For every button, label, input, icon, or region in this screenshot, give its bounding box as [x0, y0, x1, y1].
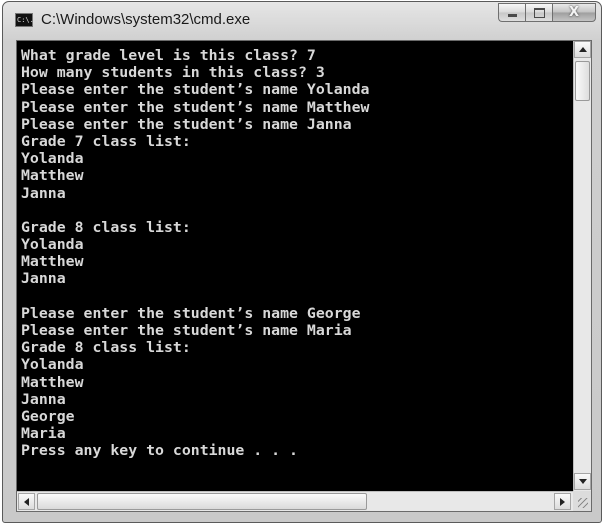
cmd-window: C:\. C:\Windows\system32\cmd.exe X What … — [2, 1, 602, 523]
scroll-up-arrow-icon — [578, 47, 587, 52]
cmd-icon[interactable]: C:\. — [15, 13, 34, 27]
resize-grip-icon — [578, 498, 588, 508]
console-line: How many students in this class? 3 — [21, 65, 325, 82]
console-client-area: What grade level is this class? 7 How man… — [16, 40, 592, 512]
console-line: Please enter the student’s name Janna — [21, 116, 352, 133]
console-line: Janna — [21, 391, 66, 408]
vertical-scroll-thumb[interactable] — [575, 61, 590, 101]
scroll-down-arrow-icon — [578, 479, 587, 484]
console-line: Please enter the student’s name Yolanda — [21, 82, 370, 99]
scroll-left-arrow-icon — [24, 497, 29, 506]
minimize-icon — [507, 14, 517, 17]
console-line: George — [21, 408, 75, 425]
console-line: Janna — [21, 271, 66, 288]
scroll-right-arrow-icon — [560, 497, 565, 506]
title-bar[interactable]: C:\. C:\Windows\system32\cmd.exe X — [3, 2, 601, 40]
console-line: Janna — [21, 185, 66, 202]
close-icon: X — [568, 5, 580, 20]
console-line: Matthew — [21, 374, 84, 391]
scroll-down-button[interactable] — [574, 473, 591, 490]
console-line: Please enter the student’s name Matthew — [21, 99, 370, 116]
console-line: Grade 7 class list: — [21, 133, 191, 150]
scroll-left-button[interactable] — [18, 493, 35, 510]
scroll-right-button[interactable] — [554, 493, 571, 510]
console-line: Maria — [21, 426, 66, 443]
console-line: Grade 8 class list: — [21, 219, 191, 236]
console-line: Matthew — [21, 168, 84, 185]
caption-buttons: X — [498, 3, 596, 23]
console-line: Matthew — [21, 254, 84, 271]
window-title: C:\Windows\system32\cmd.exe — [41, 11, 251, 28]
maximize-icon — [533, 7, 545, 18]
console-line: Yolanda — [21, 357, 84, 374]
console-line: Press any key to continue . . . — [21, 443, 298, 460]
vertical-scrollbar[interactable] — [573, 41, 591, 491]
scroll-up-button[interactable] — [574, 41, 591, 58]
console-line: Yolanda — [21, 237, 84, 254]
horizontal-scrollbar[interactable] — [17, 491, 573, 511]
console-output[interactable]: What grade level is this class? 7 How man… — [17, 41, 573, 491]
resize-grip[interactable] — [573, 491, 591, 511]
console-line: Grade 8 class list: — [21, 340, 191, 357]
console-line: What grade level is this class? 7 — [21, 48, 316, 64]
console-line: Please enter the student’s name Maria — [21, 323, 352, 339]
console-line: Please enter the student’s name George — [21, 305, 361, 322]
maximize-button[interactable] — [525, 3, 552, 22]
close-button[interactable]: X — [552, 3, 596, 22]
console-line: Yolanda — [21, 151, 84, 168]
console-text: What grade level is this class? 7 How man… — [21, 48, 369, 461]
minimize-button[interactable] — [498, 3, 525, 22]
horizontal-scroll-thumb[interactable] — [37, 493, 367, 510]
